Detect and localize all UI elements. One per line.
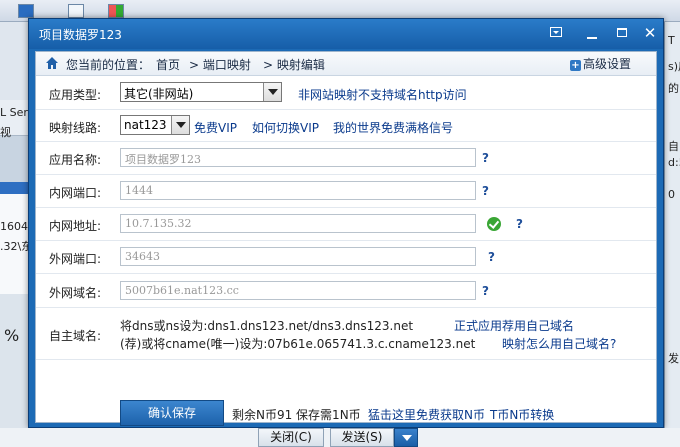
apps-grid-icon[interactable] — [108, 4, 124, 18]
chevron-down-icon — [263, 83, 281, 101]
dialog-titlebar[interactable]: 项目数据罗123 ✕ — [29, 19, 663, 49]
coin-balance-text: 剩余N币91 保存需1N币 — [232, 408, 361, 422]
bg-right-text-5: d:5 — [668, 156, 680, 169]
breadcrumb-home-link[interactable]: 首页 — [156, 56, 180, 73]
bg-right-text-7: 发 — [668, 352, 679, 365]
custom-domain-cname-text: (荐)或将cname(唯一)设为:07b61e.065741.3.c.cname… — [120, 337, 476, 351]
dialog-title: 项目数据罗123 — [39, 28, 122, 42]
minimize-icon — [587, 37, 597, 39]
row-lan-address: 内网地址: 10.7.135.32 ? — [36, 208, 656, 241]
own-domain-howto-link[interactable]: 映射怎么用自己域名? — [502, 335, 616, 352]
route-select[interactable]: nat123 — [120, 115, 190, 135]
home-icon — [46, 57, 58, 69]
free-vip-link[interactable]: 免费VIP — [194, 119, 237, 136]
bg-left-text-1: L Serv — [0, 106, 30, 119]
wan-domain-label: 外网域名: — [49, 286, 102, 300]
breadcrumb-current: > 映射编辑 — [263, 58, 325, 72]
row-app-type: 应用类型: 其它(非网站) 非网站映射不支持域名http访问 — [36, 76, 656, 110]
bg-left-text-2: 视 — [0, 126, 11, 139]
window-icon[interactable] — [18, 4, 34, 18]
lan-port-label: 内网端口: — [49, 186, 102, 200]
bg-left-text-3: 16040 — [0, 220, 30, 233]
background-left-window — [0, 22, 30, 447]
row-wan-domain: 外网域名: 5007b61e.nat123.cc ? — [36, 274, 656, 308]
own-domain-recommend-link[interactable]: 正式应用荐用自己域名 — [454, 317, 574, 334]
send-options-dropdown[interactable] — [394, 428, 418, 447]
advanced-settings-label: 高级设置 — [583, 57, 632, 71]
breadcrumb-port-mapping-link[interactable]: > 端口映射 — [189, 56, 251, 73]
row-lan-port: 内网端口: 1444 ? — [36, 175, 656, 208]
app-name-help-icon[interactable]: ? — [482, 151, 489, 165]
app-type-select[interactable]: 其它(非网站) — [120, 82, 282, 102]
document-add-icon[interactable] — [68, 4, 84, 18]
wan-port-label: 外网端口: — [49, 252, 102, 266]
close-button[interactable]: ✕ — [639, 23, 661, 43]
wan-domain-input[interactable]: 5007b61e.nat123.cc — [120, 281, 476, 300]
minimize-button[interactable] — [581, 23, 603, 43]
breadcrumb-prefix: 您当前的位置： — [66, 58, 151, 72]
route-label: 映射线路: — [49, 121, 102, 135]
wan-port-help-icon[interactable]: ? — [488, 250, 495, 264]
route-value: nat123 — [124, 118, 167, 132]
custom-domain-label: 自主域名: — [49, 329, 102, 343]
close-icon: ✕ — [643, 24, 657, 42]
app-type-label: 应用类型: — [49, 88, 102, 102]
wan-port-input[interactable]: 34643 — [120, 247, 476, 266]
switch-vip-link[interactable]: 如何切换VIP — [252, 119, 319, 136]
mapping-edit-dialog: 项目数据罗123 ✕ 您当前的位置： 首页 > 端口映射 > 映射编辑 + 高级设… — [28, 18, 664, 428]
window-menu-button[interactable] — [545, 23, 567, 43]
app-type-value: 其它(非网站) — [124, 87, 194, 101]
row-route: 映射线路: nat123 免费VIP 如何切换VIP 我的世界免费满格信号 — [36, 110, 656, 142]
lan-port-help-icon[interactable]: ? — [482, 184, 489, 198]
app-type-note: 非网站映射不支持域名http访问 — [298, 88, 467, 102]
bg-right-text-6: 0 — [668, 188, 675, 201]
minecraft-signal-link[interactable]: 我的世界免费满格信号 — [333, 119, 453, 136]
background-send-button[interactable]: 发送(S) — [330, 428, 394, 447]
advanced-settings-link[interactable]: + 高级设置 — [570, 55, 631, 72]
bg-right-text-2: s)后 — [668, 60, 680, 73]
dialog-content: 您当前的位置： 首页 > 端口映射 > 映射编辑 + 高级设置 应用类型: 其它(… — [35, 51, 657, 426]
custom-domain-dns-text: 将dns或ns设为:dns1.dns123.net/dns3.dns123.ne… — [120, 319, 414, 333]
free-coin-link[interactable]: 猛击这里免费获取N币 — [368, 406, 485, 423]
bg-right-text-3: 的 — [668, 82, 679, 95]
check-icon — [487, 217, 501, 231]
row-app-name: 应用名称: 项目数据罗123 ? — [36, 142, 656, 175]
chevron-down-icon — [171, 116, 189, 134]
plus-icon: + — [570, 60, 581, 71]
bg-left-text-4: .32\东 — [0, 240, 30, 253]
menu-icon — [550, 27, 562, 37]
lan-address-help-icon[interactable]: ? — [516, 217, 523, 231]
bg-right-text-4: 自 — [668, 140, 679, 153]
save-button[interactable]: 确认保存 — [120, 400, 224, 426]
app-name-input[interactable]: 项目数据罗123 — [120, 148, 476, 167]
lan-address-label: 内网地址: — [49, 219, 102, 233]
maximize-icon — [617, 28, 627, 37]
row-wan-port: 外网端口: 34643 ? — [36, 241, 656, 274]
bg-right-text-1: T — [668, 34, 675, 47]
lan-port-input[interactable]: 1444 — [120, 181, 476, 200]
row-custom-domain: 自主域名: 将dns或ns设为:dns1.dns123.net/dns3.dns… — [36, 308, 656, 360]
maximize-button[interactable] — [611, 23, 633, 43]
breadcrumb: 您当前的位置： 首页 > 端口映射 > 映射编辑 + 高级设置 — [36, 52, 656, 76]
wan-domain-help-icon[interactable]: ? — [482, 284, 489, 298]
lan-address-input[interactable]: 10.7.135.32 — [120, 214, 476, 233]
background-close-button[interactable]: 关闭(C) — [258, 428, 324, 447]
app-name-label: 应用名称: — [49, 153, 102, 167]
coin-convert-link[interactable]: T币N币转换 — [490, 406, 554, 423]
